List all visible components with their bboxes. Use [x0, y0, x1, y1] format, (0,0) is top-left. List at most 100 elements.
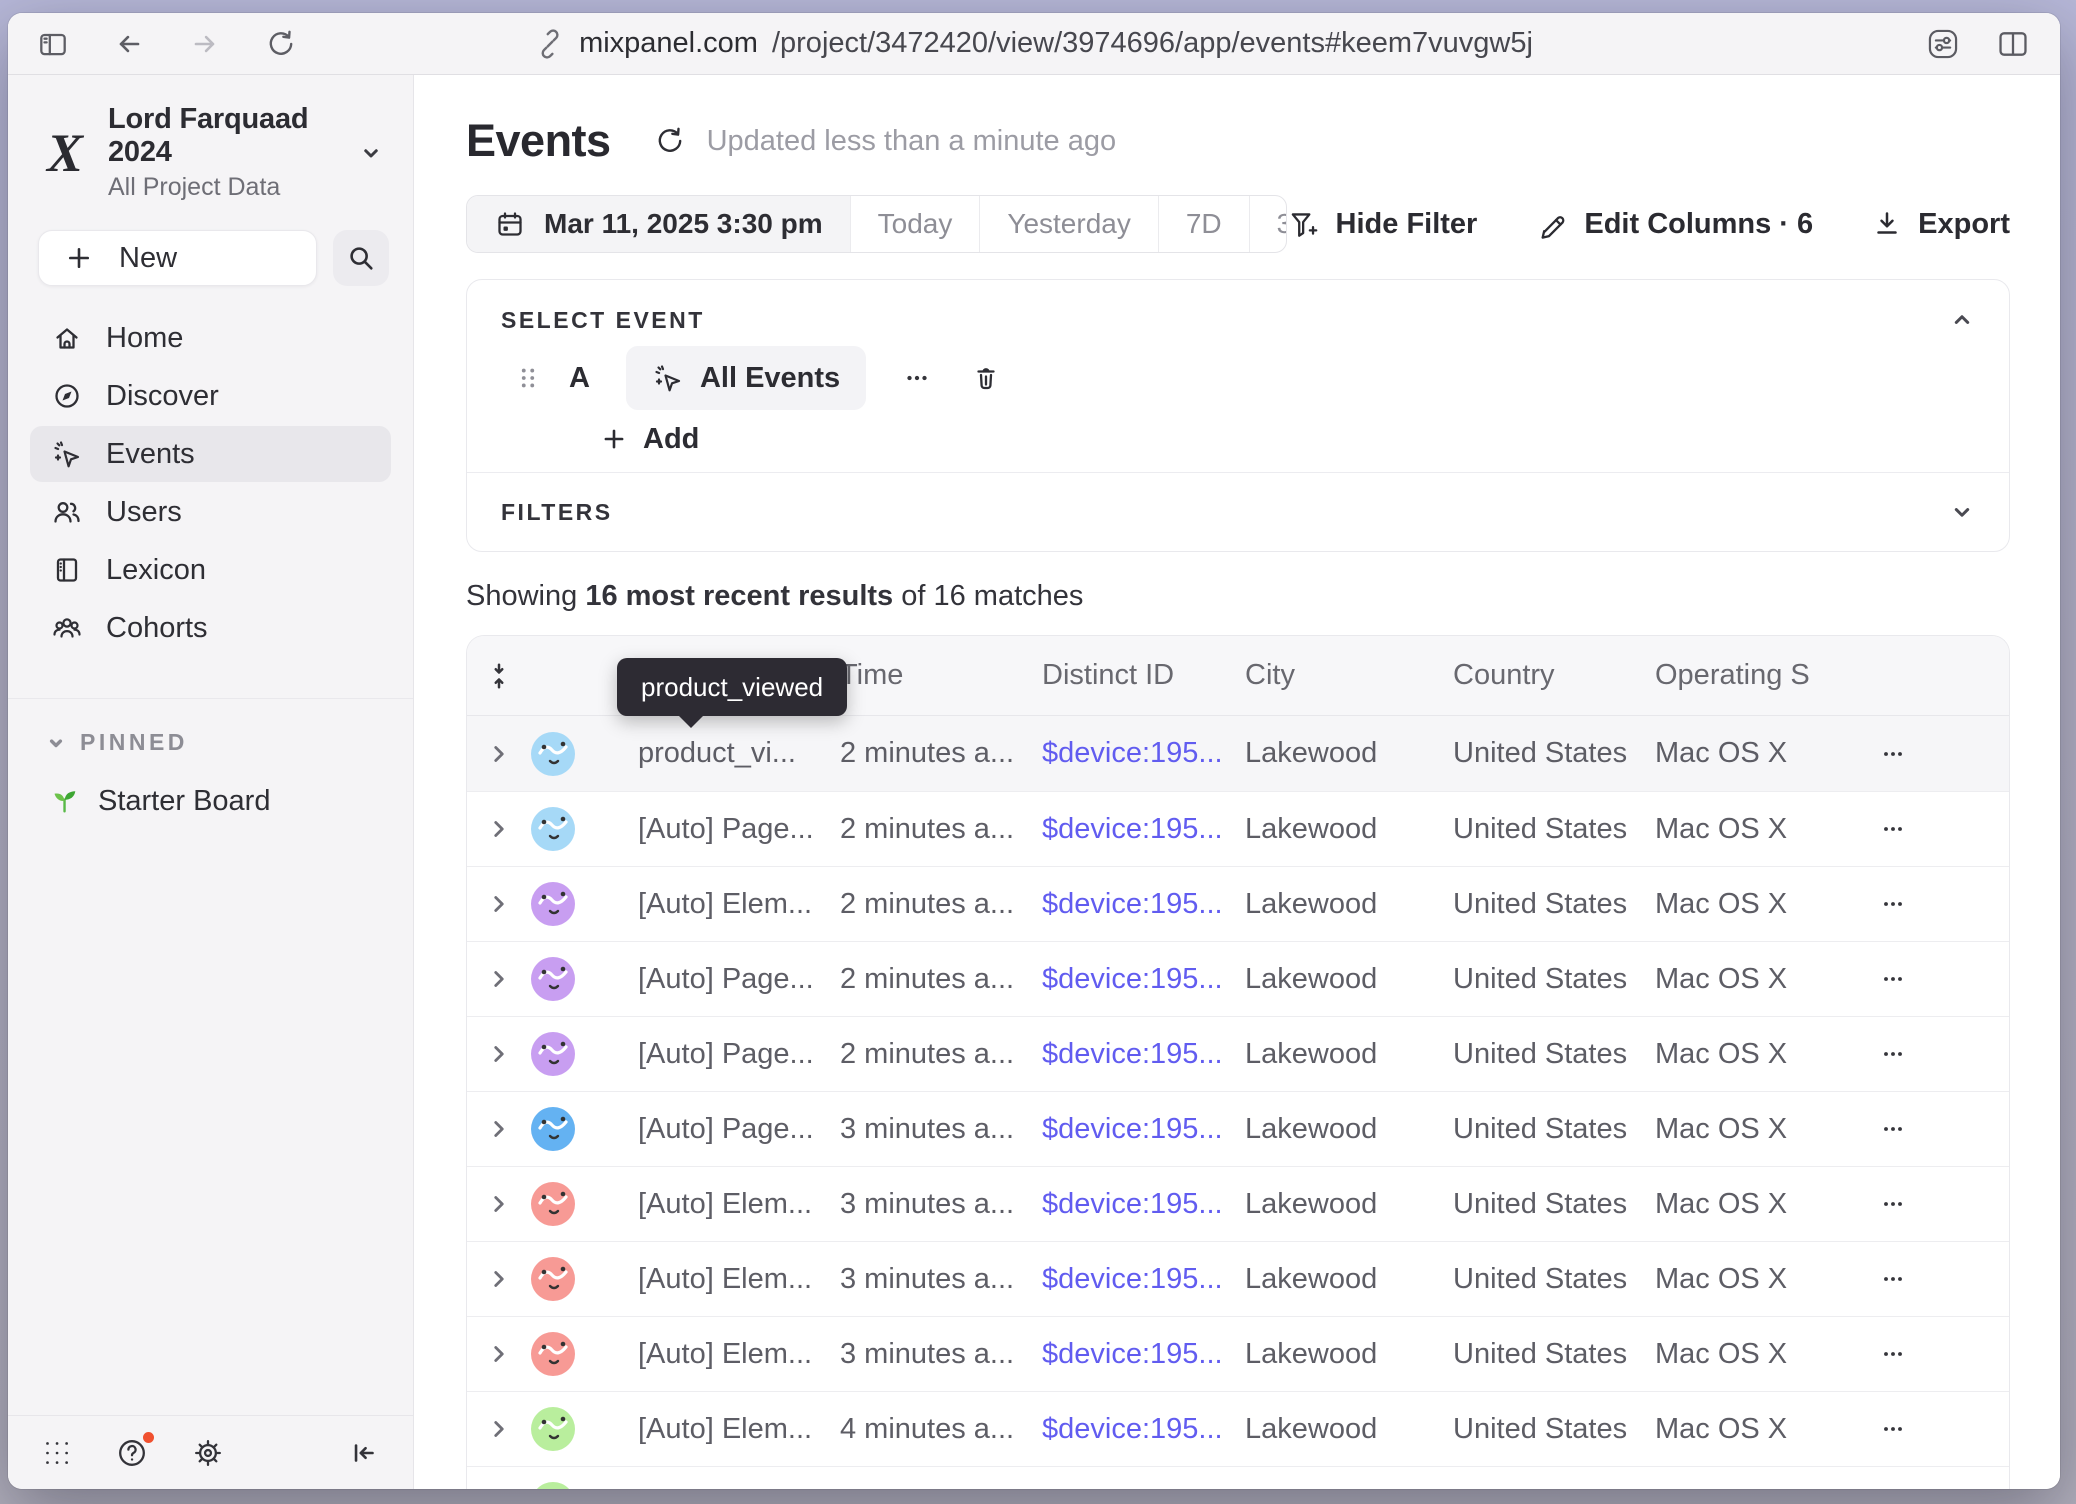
more-options-icon[interactable]	[902, 363, 932, 393]
apps-grid-icon[interactable]	[40, 1436, 74, 1470]
distinct-id-link[interactable]: $device:195...	[1042, 888, 1245, 921]
city-cell: Lakewood	[1245, 1413, 1453, 1446]
distinct-id-link[interactable]: $device:195...	[1042, 737, 1245, 770]
distinct-id-link[interactable]: $device:195...	[1042, 1038, 1245, 1071]
row-more-options-icon[interactable]	[1845, 1040, 2009, 1068]
url-bar[interactable]: mixpanel.com/project/3472420/view/397469…	[535, 13, 1533, 74]
row-more-options-icon[interactable]	[1845, 1115, 2009, 1143]
date-picker-button[interactable]: Mar 11, 2025 3:30 pm	[467, 196, 850, 252]
help-icon[interactable]	[114, 1435, 150, 1471]
collapse-sidebar-icon[interactable]	[347, 1436, 381, 1470]
search-button[interactable]	[333, 230, 389, 286]
add-event-button[interactable]: Add	[601, 418, 1975, 460]
table-row[interactable]: [Auto] Elem... 3 minutes a... $device:19…	[467, 1166, 2009, 1241]
row-more-options-icon[interactable]	[1845, 965, 2009, 993]
home-icon	[50, 322, 84, 354]
sidebar-bottom-bar	[8, 1415, 413, 1489]
row-more-options-icon[interactable]	[1845, 815, 2009, 843]
distinct-id-link[interactable]: $device:195...	[1042, 963, 1245, 996]
plus-icon	[601, 426, 627, 452]
expand-row-icon[interactable]	[467, 1116, 531, 1142]
operating-system-cell: Mac OS X	[1655, 963, 1845, 996]
edit-columns-button[interactable]: Edit Columns · 6	[1535, 207, 1813, 241]
collapse-rows-icon[interactable]	[467, 661, 531, 691]
distinct-id-link[interactable]: $device:195...	[1042, 1263, 1245, 1296]
gear-icon[interactable]	[190, 1435, 226, 1471]
distinct-id-link[interactable]: $device:195...	[1042, 1413, 1245, 1446]
expand-row-icon[interactable]	[467, 1416, 531, 1442]
distinct-id-link[interactable]: $device:195...	[1042, 1338, 1245, 1371]
back-icon[interactable]	[112, 27, 146, 61]
row-more-options-icon[interactable]	[1845, 1190, 2009, 1218]
city-cell: Lakewood	[1245, 888, 1453, 921]
table-row[interactable]: [Auto] Elem... 3 minutes a... $device:19…	[467, 1316, 2009, 1391]
preset-yesterday[interactable]: Yesterday	[979, 196, 1158, 252]
sidebar-toggle-icon[interactable]	[36, 27, 70, 61]
table-row[interactable]: [Auto] Elem... 4 minutes a... $device:19…	[467, 1391, 2009, 1466]
event-selector-chip[interactable]: All Events	[626, 346, 866, 410]
column-header-country[interactable]: Country	[1453, 659, 1655, 692]
table-row[interactable]: [Auto] Page... 2 minutes a... $device:19…	[467, 791, 2009, 866]
sidebar-item-cohorts[interactable]: Cohorts	[30, 600, 391, 656]
row-more-options-icon[interactable]	[1845, 1415, 2009, 1443]
table-row[interactable]	[467, 1466, 2009, 1489]
sidebar-item-events[interactable]: Events	[30, 426, 391, 482]
refresh-icon[interactable]	[653, 124, 687, 158]
drag-handle[interactable]	[517, 361, 539, 395]
table-row[interactable]: [Auto] Elem... 2 minutes a... $device:19…	[467, 866, 2009, 941]
column-header-city[interactable]: City	[1245, 659, 1453, 692]
pinned-item-label: Starter Board	[98, 785, 270, 818]
expand-row-icon[interactable]	[467, 1266, 531, 1292]
expand-row-icon[interactable]	[467, 1041, 531, 1067]
country-cell: United States	[1453, 963, 1655, 996]
expand-row-icon[interactable]	[467, 966, 531, 992]
expand-row-icon[interactable]	[467, 816, 531, 842]
expand-row-icon[interactable]	[467, 1341, 531, 1367]
project-switcher[interactable]: X Lord Farquaad 2024 All Project Data	[8, 75, 413, 222]
edit-columns-label: Edit Columns · 6	[1584, 208, 1813, 241]
country-cell: United States	[1453, 1113, 1655, 1146]
reload-icon[interactable]	[264, 27, 298, 61]
time-cell: 2 minutes a...	[840, 813, 1042, 846]
sidebar-item-home[interactable]: Home	[30, 310, 391, 366]
country-cell: United States	[1453, 888, 1655, 921]
row-more-options-icon[interactable]	[1845, 740, 2009, 768]
pinned-section-header[interactable]: PINNED	[8, 699, 413, 756]
sidebar-item-discover[interactable]: Discover	[30, 368, 391, 424]
trash-icon[interactable]	[970, 362, 1002, 394]
distinct-id-link[interactable]: $device:195...	[1042, 1113, 1245, 1146]
chevron-up-icon[interactable]	[1949, 307, 1975, 333]
hide-filter-button[interactable]: Hide Filter	[1287, 207, 1478, 241]
city-cell: Lakewood	[1245, 1113, 1453, 1146]
expand-row-icon[interactable]	[467, 1191, 531, 1217]
row-more-options-icon[interactable]	[1845, 1265, 2009, 1293]
column-header-time[interactable]: Time	[840, 659, 1042, 692]
distinct-id-link[interactable]: $device:195...	[1042, 813, 1245, 846]
page-settings-icon[interactable]	[1924, 25, 1962, 63]
sidebar-item-label: Cohorts	[106, 612, 208, 645]
split-view-icon[interactable]	[1994, 25, 2032, 63]
event-avatar	[531, 1257, 575, 1301]
preset-today[interactable]: Today	[850, 196, 980, 252]
table-row[interactable]: [Auto] Page... 3 minutes a... $device:19…	[467, 1091, 2009, 1166]
preset-7d[interactable]: 7D	[1158, 196, 1249, 252]
table-row[interactable]: [Auto] Page... 2 minutes a... $device:19…	[467, 941, 2009, 1016]
chevron-down-icon[interactable]	[1949, 499, 1975, 525]
export-button[interactable]: Export	[1871, 208, 2010, 241]
row-more-options-icon[interactable]	[1845, 890, 2009, 918]
distinct-id-link[interactable]: $device:195...	[1042, 1188, 1245, 1221]
sidebar-item-starter-board[interactable]: Starter Board	[30, 774, 391, 828]
event-name-cell: [Auto] Elem...	[593, 1263, 840, 1296]
preset-30d[interactable]: 30D	[1249, 196, 1287, 252]
expand-row-icon[interactable]	[467, 891, 531, 917]
expand-row-icon[interactable]	[467, 741, 531, 767]
column-header-operating-system[interactable]: Operating S	[1655, 659, 1845, 692]
new-button[interactable]: New	[38, 230, 317, 286]
event-avatar	[531, 1032, 575, 1076]
row-more-options-icon[interactable]	[1845, 1340, 2009, 1368]
sidebar-item-users[interactable]: Users	[30, 484, 391, 540]
column-header-distinct-id[interactable]: Distinct ID	[1042, 659, 1245, 692]
sidebar-item-lexicon[interactable]: Lexicon	[30, 542, 391, 598]
table-row[interactable]: [Auto] Elem... 3 minutes a... $device:19…	[467, 1241, 2009, 1316]
table-row[interactable]: [Auto] Page... 2 minutes a... $device:19…	[467, 1016, 2009, 1091]
